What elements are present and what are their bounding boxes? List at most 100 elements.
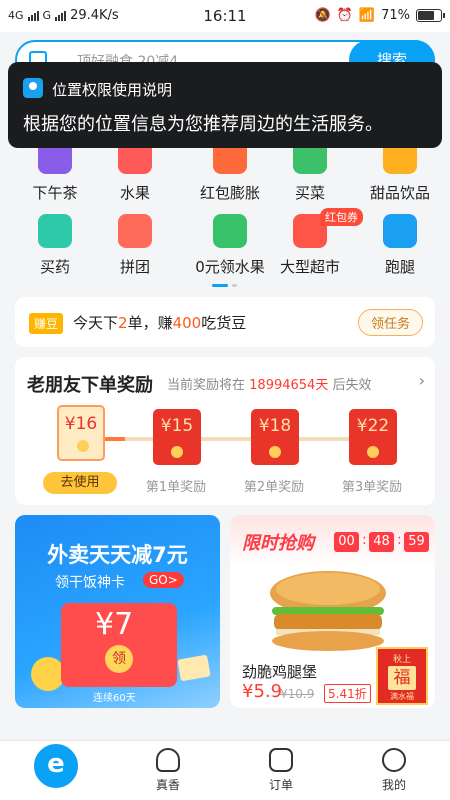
red-envelope-current[interactable]: ¥16: [57, 405, 105, 461]
category-red-packet[interactable]: 红包膨胀: [185, 140, 275, 203]
category-tree[interactable]: 0元领水果: [185, 214, 275, 277]
medicine-box-icon: [38, 214, 72, 248]
category-label: 大型超市: [279, 258, 340, 276]
tab-home[interactable]: [0, 741, 112, 800]
cash-note-icon: [177, 654, 211, 682]
daily-discount-promo-card[interactable]: 外卖天天减7元 领干饭神卡 GO> ¥7 领 连续60天: [15, 515, 220, 708]
category-broccoli[interactable]: 买菜: [270, 140, 350, 203]
coin-icon: [31, 657, 65, 691]
category-label: 跑腿: [384, 258, 415, 276]
flash-sale-card[interactable]: 限时抢购 00 : 48 : 59 劲脆鸡腿堡 ¥5.9 ¥10.9 5.41折…: [230, 515, 435, 708]
battery-level: [418, 11, 434, 20]
envelope-amount: ¥22: [356, 416, 390, 436]
alarm-icon: ⏰: [336, 8, 353, 23]
red-envelope-1[interactable]: ¥15: [153, 409, 201, 465]
bean-task-text: 今天下2单，赚400吃货豆: [73, 314, 247, 332]
discount-badge: 5.41折: [324, 684, 371, 703]
reward-progress-line: [75, 437, 395, 441]
bottom-tab-bar: 真香 订单 我的: [0, 740, 450, 800]
tab-orders[interactable]: 订单: [225, 741, 337, 800]
ghost-icon: [156, 748, 180, 772]
tree-icon: [213, 214, 247, 248]
category-label: 拼团: [119, 258, 150, 276]
envelope-label: 第1单奖励: [145, 480, 207, 495]
home-icon[interactable]: [31, 741, 81, 791]
mute-icon: 🔕: [314, 8, 331, 23]
category-milk-tea[interactable]: 下午茶: [15, 140, 95, 203]
order-icon: [269, 748, 293, 772]
chevron-right-icon[interactable]: ›: [419, 371, 425, 390]
category-label: 买药: [39, 258, 70, 276]
reward-countdown: 18994654天: [249, 378, 329, 393]
burger-image: [270, 571, 386, 651]
category-label: 买菜: [294, 184, 325, 202]
product-price: ¥5.9: [242, 681, 283, 702]
category-medicine-box[interactable]: 买药: [15, 214, 95, 277]
tab-label: 订单: [268, 778, 293, 792]
product-name: 劲脆鸡腿堡: [242, 663, 318, 681]
status-bar: 4G G 29.4K/s 16:11 🔕 ⏰ 📶 71%: [0, 0, 450, 32]
timer-colon: :: [362, 532, 367, 548]
old-friend-reward-card[interactable]: 老朋友下单奖励 当前奖励将在 18994654天 后失效 › ¥16 去使用 ¥…: [15, 357, 435, 505]
timer-colon: :: [397, 532, 402, 548]
tab-label: 我的: [381, 778, 406, 792]
category-label: 红包膨胀: [199, 184, 260, 202]
seal-icon: [269, 446, 281, 458]
tab-profile[interactable]: 我的: [338, 741, 450, 800]
page-indicator: [212, 284, 237, 287]
category-strawberry[interactable]: 水果: [95, 140, 175, 203]
timer-minutes: 48: [369, 532, 394, 552]
category-shopping-cart[interactable]: 红包券 大型超市: [270, 208, 363, 277]
envelope-amount: ¥18: [258, 416, 292, 436]
category-group-fire[interactable]: 拼团: [95, 214, 175, 277]
wifi-icon: 📶: [358, 8, 376, 23]
category-label: 下午茶: [32, 184, 78, 202]
original-price: ¥10.9: [280, 687, 315, 701]
envelope-label: 第3单奖励: [341, 480, 403, 495]
group-fire-icon: [118, 214, 152, 248]
seal-icon: [171, 446, 183, 458]
page-dot: [232, 284, 237, 287]
envelope-amount: ¥16: [64, 414, 98, 434]
reward-hint: 当前奖励将在 18994654天 后失效: [167, 378, 372, 393]
toast-title: 位置权限使用说明: [52, 81, 173, 99]
category-drink-cup[interactable]: 甜品饮品: [350, 140, 450, 203]
category-runner[interactable]: 跑腿: [350, 214, 450, 277]
promo-subline: 领干饭神卡: [55, 575, 125, 591]
seal-icon: [367, 446, 379, 458]
category-label: 甜品饮品: [369, 184, 430, 202]
fortune-badge: 秋上 福 满水福: [376, 647, 428, 705]
timer-seconds: 59: [404, 532, 429, 552]
order-count: 2: [118, 314, 128, 332]
category-label: 水果: [119, 184, 150, 202]
profile-icon: [382, 748, 406, 772]
red-envelope-2[interactable]: ¥18: [251, 409, 299, 465]
claim-coin: 领: [105, 645, 133, 673]
page-dot-active: [212, 284, 228, 287]
runner-icon: [383, 214, 417, 248]
flash-sale-title: 限时抢购: [242, 533, 314, 554]
battery-percent: 71%: [381, 8, 410, 23]
promo-go-button[interactable]: GO>: [143, 572, 184, 588]
location-pin-icon: [23, 78, 43, 98]
seal-icon: [77, 440, 89, 452]
reward-title: 老朋友下单奖励: [27, 375, 153, 396]
promo-days: 连续60天: [93, 693, 136, 704]
toast-body: 根据您的位置信息为您推荐周边的生活服务。: [23, 114, 383, 135]
battery-icon: [416, 9, 445, 22]
envelope-amount: ¥15: [160, 416, 194, 436]
promo-amount: ¥7: [95, 607, 134, 642]
get-task-button[interactable]: 领任务: [357, 309, 423, 336]
timer-hours: 00: [334, 532, 359, 552]
category-label: 0元领水果: [195, 258, 265, 276]
promo-headline: 外卖天天减7元: [47, 543, 188, 567]
bean-amount: 400: [172, 314, 202, 332]
location-permission-toast: 位置权限使用说明 根据您的位置信息为您推荐周边的生活服务。: [8, 62, 442, 148]
red-envelope-3[interactable]: ¥22: [349, 409, 397, 465]
bean-task-bar[interactable]: 赚豆 今天下2单，赚400吃货豆 领任务: [15, 297, 435, 347]
envelope-label: 第2单奖励: [243, 480, 305, 495]
use-reward-button[interactable]: 去使用: [43, 472, 117, 494]
bean-badge: 赚豆: [29, 313, 64, 334]
tab-label: 真香: [155, 778, 180, 792]
tab-zhenxiang[interactable]: 真香: [112, 741, 224, 800]
